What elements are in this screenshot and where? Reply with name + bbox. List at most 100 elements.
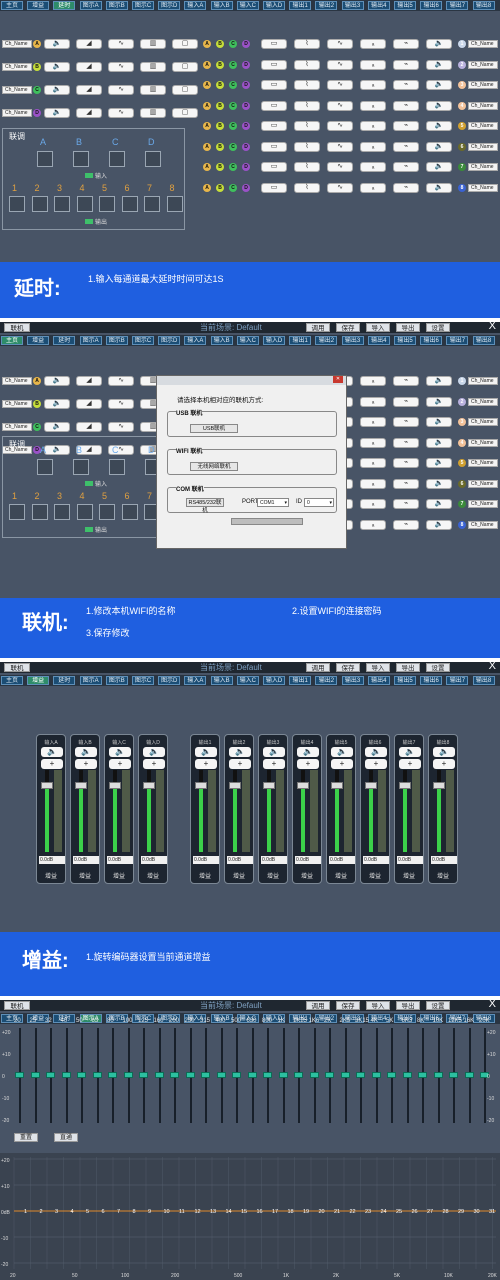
gain-fader[interactable] [143, 770, 155, 852]
output-letter-badge[interactable]: C [229, 60, 237, 69]
eq-fader-knob[interactable] [46, 1072, 55, 1078]
slope-icon[interactable]: ◢ [76, 376, 102, 386]
eq-fader-knob[interactable] [15, 1072, 24, 1078]
tab-7[interactable]: 输入A [184, 336, 207, 345]
tab-16[interactable]: 输出6 [420, 336, 443, 345]
gain-value[interactable]: 0.0dB [431, 856, 457, 864]
output-letter-badge[interactable]: B [216, 163, 224, 171]
tab-8[interactable]: 输入B [210, 336, 233, 345]
fader-knob[interactable] [365, 782, 377, 790]
noise-icon[interactable]: ⌁ [393, 162, 419, 172]
eq-fader-knob[interactable] [278, 1072, 288, 1078]
fader-knob[interactable] [399, 782, 411, 790]
speaker-icon[interactable]: 🔈 [426, 519, 452, 530]
output-name-input[interactable]: Ch_Name [468, 101, 498, 110]
gain-value[interactable]: 0.0dB [261, 856, 287, 864]
link-output-slot[interactable] [76, 504, 93, 520]
delay-icon[interactable]: ▭ [261, 121, 287, 131]
mute-button[interactable]: 🔈 [297, 747, 319, 757]
eq-fader-knob[interactable] [139, 1072, 148, 1078]
link-button[interactable]: 联机 [4, 1001, 30, 1010]
fader-knob[interactable] [143, 782, 155, 790]
gain-value[interactable]: 0.0dB [141, 856, 167, 864]
tab-17[interactable]: 输出7 [446, 1, 469, 10]
tab-15[interactable]: 输出5 [394, 1, 416, 10]
noise-icon[interactable]: ⌁ [393, 478, 419, 489]
link-button[interactable]: 联机 [4, 663, 30, 672]
tab-8[interactable]: 输入B [210, 1, 233, 10]
eq-fader-knob[interactable] [61, 1072, 71, 1078]
channel-name-input[interactable]: Ch_Name [2, 86, 32, 94]
eq-icon[interactable]: ∿ [108, 108, 134, 118]
fader-knob[interactable] [331, 782, 343, 790]
tab-6[interactable]: 图示D [158, 336, 181, 345]
noise-icon[interactable]: ⌁ [393, 121, 419, 131]
slope-icon[interactable]: ⌇ [294, 141, 320, 152]
phase-icon[interactable]: ₐ [360, 376, 386, 386]
slope-icon[interactable]: ◢ [76, 85, 102, 95]
usb-connect-button[interactable]: USB联机 [190, 424, 238, 433]
phase-icon[interactable]: ₐ [360, 39, 386, 49]
output-letter-badge[interactable]: B [216, 183, 224, 192]
speaker-icon[interactable]: 🔈 [426, 499, 452, 509]
output-letter-badge[interactable]: D [242, 101, 250, 110]
tab-11[interactable]: 输出1 [289, 676, 312, 685]
tab-4[interactable]: 图示B [105, 336, 128, 345]
eq-fader-knob[interactable] [232, 1072, 241, 1078]
noise-icon[interactable]: ⌁ [393, 458, 419, 468]
eq-fader-knob[interactable] [294, 1072, 303, 1078]
eq-fader-knob[interactable] [123, 1072, 133, 1078]
link-output-slot[interactable] [144, 196, 160, 212]
plus-button[interactable]: + [399, 759, 421, 769]
mute-button[interactable]: 🔈 [143, 747, 165, 757]
output-letter-badge[interactable]: C [229, 163, 237, 171]
reset-button[interactable]: 重置 [14, 1133, 38, 1142]
slope-icon[interactable]: ⌇ [294, 80, 320, 90]
output-letter-badge[interactable]: B [216, 101, 224, 110]
plus-button[interactable]: + [195, 759, 217, 769]
tab-10[interactable]: 输入D [263, 676, 285, 685]
tab-17[interactable]: 输出7 [446, 336, 469, 345]
speaker-icon[interactable]: 🔈 [44, 85, 70, 95]
speaker-icon[interactable]: 🔈 [44, 108, 70, 118]
slope-icon[interactable]: ⌇ [294, 59, 320, 70]
tab-18[interactable]: 输出8 [472, 336, 495, 345]
tab-3[interactable]: 图示A [79, 336, 102, 345]
delay-icon[interactable]: ▭ [261, 162, 287, 172]
eq-fader-knob[interactable] [30, 1072, 40, 1078]
channel-name-input[interactable]: Ch_Name [2, 63, 32, 71]
link-button[interactable]: 联机 [4, 323, 30, 332]
export-button[interactable]: 导出 [396, 663, 420, 672]
output-letter-badge[interactable]: A [203, 101, 211, 110]
settings-button[interactable]: 设置 [426, 1001, 450, 1010]
mute-button[interactable]: 🔈 [75, 747, 97, 757]
eq-fader-knob[interactable] [201, 1072, 210, 1078]
output-name-input[interactable]: Ch_Name [468, 142, 498, 151]
plus-button[interactable]: + [297, 759, 319, 769]
plus-button[interactable]: + [229, 759, 251, 769]
tune-button[interactable]: 调用 [306, 663, 330, 672]
gain-fader[interactable] [109, 770, 121, 852]
gain-fader[interactable] [41, 770, 53, 852]
delay-icon[interactable]: ▭ [261, 80, 287, 90]
speaker-icon[interactable]: 🔈 [426, 141, 452, 152]
channel-name-input[interactable]: Ch_Name [2, 423, 32, 431]
output-letter-badge[interactable]: A [203, 183, 211, 192]
output-name-input[interactable]: Ch_Name [468, 500, 498, 508]
speaker-icon[interactable]: 🔈 [426, 478, 452, 489]
delay-icon[interactable]: ▥ [140, 108, 166, 118]
tab-9[interactable]: 输入C [236, 1, 259, 10]
import-button[interactable]: 导入 [366, 1001, 390, 1010]
eq-fader-knob[interactable] [263, 1072, 272, 1078]
eq-fader-knob[interactable] [185, 1072, 195, 1078]
slope-icon[interactable]: ◢ [76, 399, 102, 409]
channel-name-input[interactable]: Ch_Name [2, 40, 32, 48]
tab-5[interactable]: 图示C [132, 336, 154, 345]
link-output-slot[interactable] [99, 196, 115, 212]
delay-icon[interactable]: ▭ [261, 39, 287, 49]
mute-button[interactable]: 🔈 [229, 747, 251, 757]
output-letter-badge[interactable]: A [203, 142, 211, 151]
output-name-input[interactable]: Ch_Name [468, 163, 498, 171]
plus-button[interactable]: + [433, 759, 455, 769]
speaker-icon[interactable]: 🔈 [426, 182, 452, 193]
